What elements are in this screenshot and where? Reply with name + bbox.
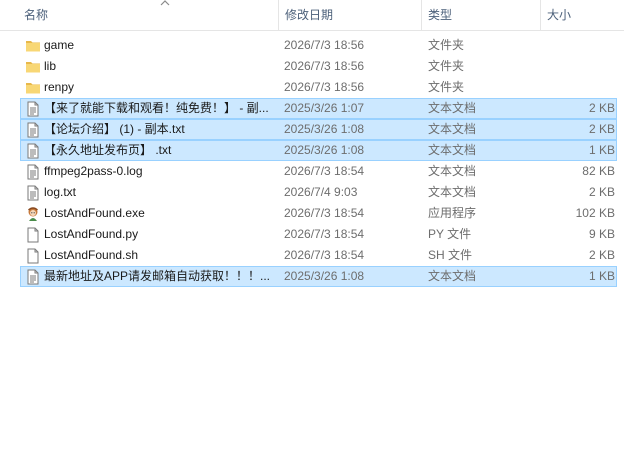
file-size: 2 KB	[588, 248, 615, 262]
column-header-type-label: 类型	[428, 8, 453, 22]
column-header-size[interactable]: 大小	[540, 0, 624, 30]
file-row[interactable]: lib 2026/7/3 18:56 文件夹	[20, 56, 617, 77]
file-row[interactable]: 【永久地址发布页】 .txt 2025/3/26 1:08 文本文档 1 KB	[20, 140, 617, 161]
file-name: game	[44, 38, 75, 52]
file-type: 文本文档	[428, 164, 477, 178]
column-header-name[interactable]: 名称	[18, 0, 276, 30]
file-size: 1 KB	[588, 143, 615, 157]
file-modified-date: 2026/7/3 18:54	[284, 206, 365, 220]
file-modified-date: 2025/3/26 1:08	[284, 269, 365, 283]
file-modified-date: 2025/3/26 1:07	[284, 101, 365, 115]
file-row[interactable]: LostAndFound.exe 2026/7/3 18:54 应用程序 102…	[20, 203, 617, 224]
file-size: 2 KB	[588, 122, 615, 136]
column-header-bar: 名称 修改日期 类型 大小	[0, 0, 624, 31]
file-size	[539, 57, 615, 76]
blank-file-icon	[25, 248, 41, 264]
file-type: PY 文件	[428, 227, 472, 241]
file-size: 102 KB	[575, 206, 615, 220]
text-file-icon	[25, 143, 41, 159]
file-type: 文本文档	[428, 101, 477, 115]
file-row[interactable]: game 2026/7/3 18:56 文件夹	[20, 35, 617, 56]
file-modified-date: 2026/7/3 18:54	[284, 227, 365, 241]
column-header-type[interactable]: 类型	[421, 0, 539, 30]
file-list: game 2026/7/3 18:56 文件夹 lib 2026/7/3 18:…	[0, 35, 624, 287]
file-name: renpy	[44, 80, 75, 94]
text-file-icon	[25, 164, 41, 180]
text-file-icon	[25, 122, 41, 138]
file-row[interactable]: LostAndFound.py 2026/7/3 18:54 PY 文件 9 K…	[20, 224, 617, 245]
file-type: 文件夹	[428, 80, 465, 94]
file-size: 1 KB	[588, 269, 615, 283]
file-modified-date: 2026/7/3 18:56	[284, 38, 365, 52]
file-modified-date: 2026/7/3 18:54	[284, 248, 365, 262]
file-row[interactable]: log.txt 2026/7/4 9:03 文本文档 2 KB	[20, 182, 617, 203]
file-modified-date: 2025/3/26 1:08	[284, 143, 365, 157]
column-header-name-label: 名称	[24, 8, 49, 22]
file-name: 【论坛介绍】 (1) - 副本.txt	[44, 122, 185, 136]
file-row[interactable]: renpy 2026/7/3 18:56 文件夹	[20, 77, 617, 98]
file-row[interactable]: 【论坛介绍】 (1) - 副本.txt 2025/3/26 1:08 文本文档 …	[20, 119, 617, 140]
file-type: 文本文档	[428, 269, 477, 283]
file-type: 文本文档	[428, 185, 477, 199]
file-name: ffmpeg2pass-0.log	[44, 164, 143, 178]
file-size: 82 KB	[582, 164, 615, 178]
column-header-date[interactable]: 修改日期	[278, 0, 420, 30]
file-row[interactable]: 最新地址及APP请发邮箱自动获取！！！... 2025/3/26 1:08 文本…	[20, 266, 617, 287]
file-explorer-window: 名称 修改日期 类型 大小 game 2026/7/3 18:56 文件夹 li…	[0, 0, 624, 467]
file-modified-date: 2026/7/3 18:56	[284, 80, 365, 94]
blank-file-icon	[25, 227, 41, 243]
file-type: 文件夹	[428, 59, 465, 73]
column-header-size-label: 大小	[547, 8, 572, 22]
file-row[interactable]: ffmpeg2pass-0.log 2026/7/3 18:54 文本文档 82…	[20, 161, 617, 182]
file-name: lib	[44, 59, 57, 73]
file-type: 文本文档	[428, 122, 477, 136]
file-name: LostAndFound.sh	[44, 248, 139, 262]
file-name: LostAndFound.py	[44, 227, 139, 241]
file-size: 2 KB	[588, 101, 615, 115]
text-file-icon	[25, 185, 41, 201]
folder-icon	[25, 38, 41, 54]
file-name: LostAndFound.exe	[44, 206, 145, 220]
file-name: 最新地址及APP请发邮箱自动获取！！！...	[44, 269, 271, 283]
file-modified-date: 2026/7/3 18:56	[284, 59, 365, 73]
column-header-date-label: 修改日期	[285, 8, 334, 22]
file-type: 文本文档	[428, 143, 477, 157]
text-file-icon	[25, 101, 41, 117]
file-size	[539, 36, 615, 55]
file-row[interactable]: 【来了就能下载和观看！纯免费！】 - 副... 2025/3/26 1:07 文…	[20, 98, 617, 119]
file-type: 应用程序	[428, 206, 477, 220]
file-type: 文件夹	[428, 38, 465, 52]
file-type: SH 文件	[428, 248, 473, 262]
file-name: 【永久地址发布页】 .txt	[44, 143, 172, 157]
file-size	[539, 78, 615, 97]
sort-ascending-icon	[160, 0, 170, 6]
app-icon	[25, 206, 41, 222]
folder-icon	[25, 59, 41, 75]
file-modified-date: 2026/7/4 9:03	[284, 185, 358, 199]
folder-icon	[25, 80, 41, 96]
file-name: log.txt	[44, 185, 77, 199]
text-file-icon	[25, 269, 41, 285]
file-modified-date: 2025/3/26 1:08	[284, 122, 365, 136]
file-size: 9 KB	[588, 227, 615, 241]
file-name: 【来了就能下载和观看！纯免费！】 - 副...	[44, 101, 269, 115]
file-row[interactable]: LostAndFound.sh 2026/7/3 18:54 SH 文件 2 K…	[20, 245, 617, 266]
file-modified-date: 2026/7/3 18:54	[284, 164, 365, 178]
file-size: 2 KB	[588, 185, 615, 199]
